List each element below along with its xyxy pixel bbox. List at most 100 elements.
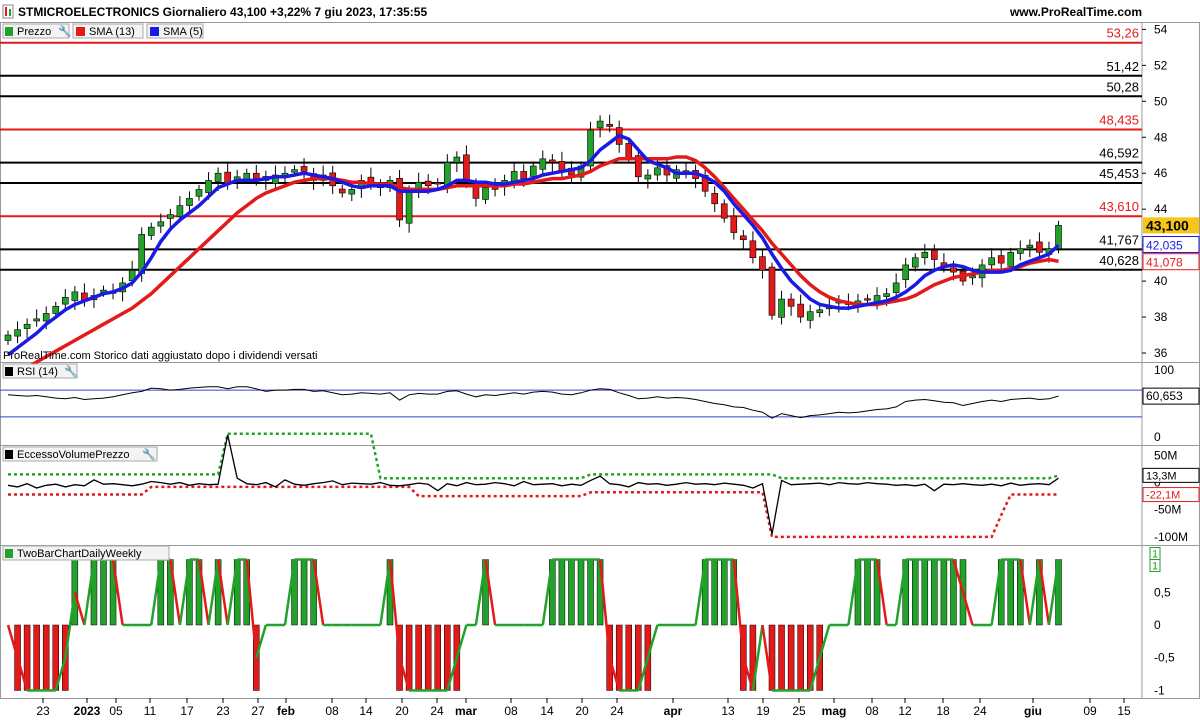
candle-body-80: [768, 266, 776, 316]
price-tick-label-1: 38: [1154, 310, 1168, 324]
candle-body-7: [71, 291, 79, 301]
rsi-panel: 0 100 60,653: [0, 363, 1200, 444]
candle-body-42: [405, 190, 413, 224]
tbc-bar-98: [940, 559, 948, 626]
candle-body-96: [921, 252, 929, 259]
candle-body-0: [4, 334, 12, 341]
evp-tick-label-0: 50M: [1154, 448, 1177, 462]
wrench-icon[interactable]: 🔧: [58, 24, 72, 38]
date-tick-label-22: 08: [865, 704, 879, 718]
candle-body-67: [644, 174, 652, 180]
candle-body-106: [1016, 248, 1024, 254]
candle-body-22: [214, 172, 222, 182]
tbc-bar-3: [33, 624, 40, 691]
rsi-tick-label-0: 0: [1154, 430, 1161, 444]
tbc-bar-31: [300, 559, 308, 626]
tbc-panel: 10,50-0,5-111: [6, 547, 1175, 697]
candle-body-44: [424, 180, 432, 187]
candle-body-94: [902, 264, 910, 280]
tbc-legend-icon: [5, 549, 13, 558]
rsi-tick-label-1: 100: [1154, 363, 1174, 377]
tbc-bar-95: [912, 559, 919, 626]
date-tick-label-13: 08: [504, 704, 518, 718]
price-tick-label-0: 36: [1154, 346, 1168, 360]
wrench-icon[interactable]: 🔧: [142, 447, 156, 461]
tbc-bar-75: [721, 559, 728, 626]
evp-legend[interactable]: EccessoVolumePrezzo 🔧: [2, 446, 158, 462]
rsi-legend[interactable]: RSI (14) 🔧: [2, 363, 78, 379]
chart-canvas: STMICROELECTRONICS Giornaliero 43,100 +3…: [0, 0, 1200, 718]
tbc-bar-10: [100, 559, 107, 626]
candle-body-65: [625, 143, 633, 160]
main-legend[interactable]: Prezzo 🔧 SMA (13) SMA (5): [2, 23, 204, 39]
candle-body-54: [520, 171, 528, 179]
date-axis: 23 2023 05 11 17 23 27 feb 08 14 20 24 mar 08 14 20 24 ap…: [36, 698, 1131, 718]
panel-frame-1: [0, 362, 1200, 446]
date-tick-label-4: 17: [180, 704, 194, 718]
tbc-bar-45: [434, 624, 441, 691]
date-tick-label-8: 08: [325, 704, 339, 718]
candle-body-92: [883, 293, 890, 297]
tbc-bar-83: [797, 624, 804, 691]
candle-body-84: [806, 311, 814, 321]
tbc-tick-label-2: 0: [1154, 618, 1161, 632]
level-label-4: 46,592: [1099, 146, 1139, 161]
candle-body-21: [205, 180, 212, 193]
tbc-tick-label-4: -1: [1154, 683, 1165, 697]
date-tick-label-10: 20: [395, 704, 409, 718]
candle-body-16: [157, 221, 165, 227]
tbc-legend[interactable]: TwoBarChartDailyWeekly: [2, 545, 170, 561]
price-legend-icon: [5, 27, 13, 36]
candle-body-56: [539, 158, 547, 170]
price-tick-label-5: 46: [1154, 166, 1168, 180]
candle-body-103: [988, 257, 995, 266]
level-label-3: 48,435: [1099, 112, 1139, 127]
price-levels: 53,26 51,42 50,28 48,435 46,592 45,453 43,610 4…: [0, 26, 1142, 271]
candle-body-62: [596, 120, 604, 129]
tbc-bar-43: [415, 624, 422, 691]
candle-body-17: [167, 214, 174, 219]
date-tick-label-12: mar: [455, 704, 477, 718]
price-tick-label-8: 52: [1154, 58, 1168, 72]
date-tick-label-2: 05: [109, 704, 123, 718]
candle-body-30: [291, 169, 298, 173]
candle-body-18: [176, 205, 184, 218]
wrench-icon[interactable]: 🔧: [64, 364, 78, 378]
candle-body-99: [950, 267, 957, 273]
tbc-bar-58: [558, 559, 566, 626]
date-tick-label-0: 23: [36, 704, 50, 718]
evp-legend-label: EccessoVolumePrezzo: [17, 449, 130, 461]
candle-body-41: [396, 177, 403, 221]
candle-body-74: [711, 193, 719, 205]
date-tick-label-27: 09: [1083, 704, 1097, 718]
candle-body-104: [997, 255, 1005, 264]
date-tick-label-18: 13: [721, 704, 735, 718]
candle-body-81: [778, 298, 785, 318]
level-label-6: 43,610: [1099, 199, 1139, 214]
tbc-bar-82: [787, 624, 795, 691]
date-tick-label-9: 14: [359, 704, 373, 718]
evp-legend-icon: [5, 450, 13, 459]
evp-panel: 50M 0 -50M -100M 13,3M -22,1M: [7, 432, 1200, 544]
candle-body-26: [253, 172, 260, 179]
candle-body-4: [42, 313, 50, 322]
tbc-tag-label-0: 1: [1152, 549, 1158, 561]
candle-body-31: [300, 166, 308, 172]
candle-body-35: [338, 188, 346, 194]
candle-body-68: [654, 167, 661, 176]
evp-upper-band: [8, 432, 1059, 480]
tbc-tick-label-3: -0,5: [1154, 651, 1175, 665]
date-tick-label-24: 18: [936, 704, 950, 718]
candle-body-105: [1007, 252, 1015, 267]
date-tick-label-20: 25: [792, 704, 806, 718]
date-tick-label-23: 12: [898, 704, 912, 718]
level-label-7: 41,767: [1099, 232, 1139, 247]
date-tick-label-6: 27: [251, 704, 265, 718]
date-tick-label-26: giu: [1024, 704, 1042, 718]
dividend-note: ProRealTime.com Storico dati aggiustato …: [3, 350, 317, 362]
candle-body-48: [463, 154, 470, 183]
tbc-bar-105: [1007, 559, 1014, 626]
date-tick-label-19: 19: [756, 704, 770, 718]
level-label-0: 53,26: [1106, 26, 1139, 41]
candle-body-3: [33, 318, 40, 322]
